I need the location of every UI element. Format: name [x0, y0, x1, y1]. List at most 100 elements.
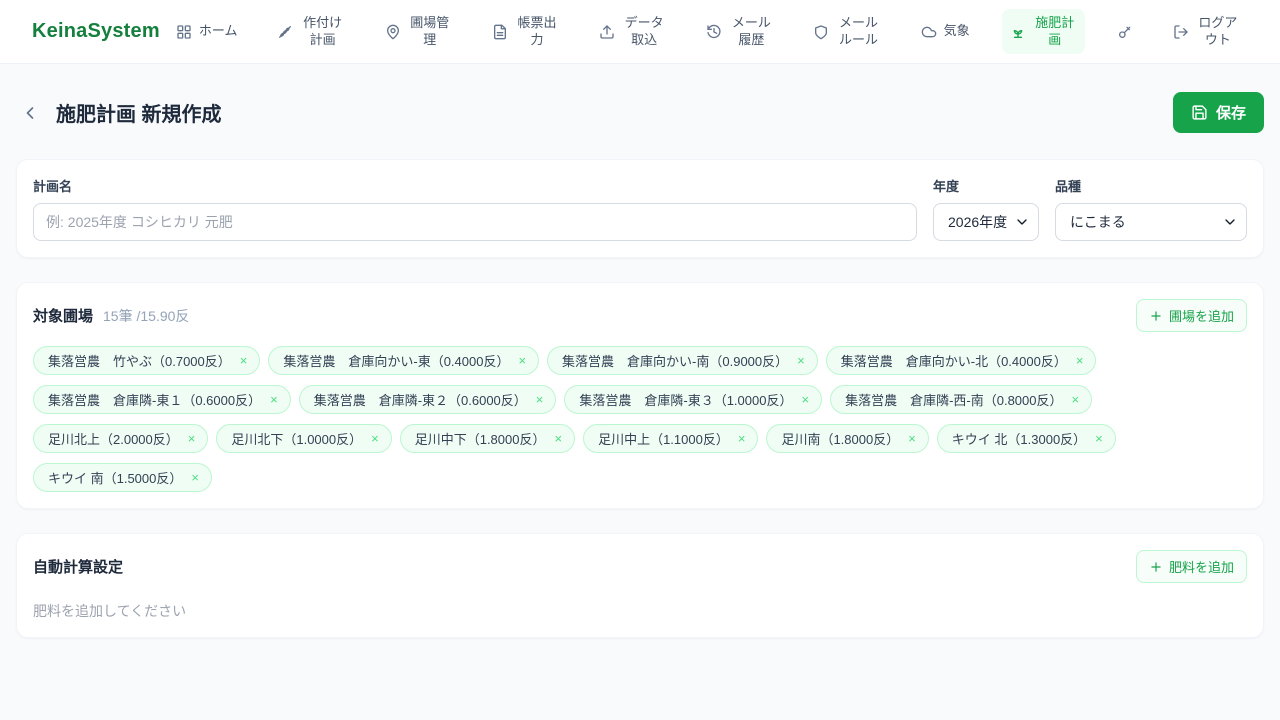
field-chip-label: 集落営農 倉庫向かい-東（0.4000反）	[283, 354, 510, 369]
remove-chip-button[interactable]: ×	[1095, 432, 1103, 445]
key-icon	[1117, 24, 1133, 40]
logout-icon	[1173, 24, 1189, 40]
target-fields-title: 対象圃場	[33, 308, 94, 325]
wheat-icon	[277, 24, 293, 40]
save-button-label: 保存	[1215, 105, 1246, 122]
year-group: 年度 2026年度	[933, 176, 1039, 241]
remove-chip-button[interactable]: ×	[797, 354, 805, 367]
nav-item-data-import[interactable]: データ取込	[591, 9, 674, 54]
nav-item-field-management[interactable]: 圃場管理	[377, 9, 460, 54]
nav-item-label: 気象	[943, 23, 970, 39]
remove-chip-button[interactable]: ×	[908, 432, 916, 445]
shield-icon	[813, 24, 829, 40]
field-chip: 集落営農 倉庫隣-西-南（0.8000反） ×	[830, 385, 1093, 414]
field-chip-label: 足川北上（2.0000反）	[48, 432, 179, 447]
nav-item-home[interactable]: ホーム	[168, 17, 246, 45]
grid-icon	[176, 24, 192, 40]
remove-chip-button[interactable]: ×	[191, 471, 199, 484]
map-pin-icon	[385, 24, 401, 40]
auto-calc-title: 自動計算設定	[33, 559, 124, 576]
field-chip: 足川北下（1.0000反） ×	[216, 424, 392, 453]
field-chip-label: 集落営農 倉庫隣-東２（0.6000反）	[313, 393, 527, 408]
page-title: 施肥計画 新規作成	[56, 104, 222, 126]
add-fertilizer-button[interactable]: 肥料を追加	[1135, 550, 1247, 583]
nav-item-weather[interactable]: 気象	[913, 17, 978, 45]
variety-group: 品種 にこまる	[1055, 176, 1247, 241]
remove-chip-button[interactable]: ×	[738, 432, 746, 445]
field-chip-label: 集落営農 倉庫隣-東３（1.0000反）	[579, 393, 793, 408]
field-chip-label: 足川中下（1.8000反）	[414, 432, 546, 447]
field-chip: キウイ 南（1.5000反） ×	[33, 463, 212, 492]
save-icon	[1191, 104, 1208, 121]
nav-item-password-key[interactable]	[1109, 18, 1141, 46]
remove-chip-button[interactable]: ×	[518, 354, 526, 367]
history-icon	[706, 24, 722, 40]
plan-name-group: 計画名	[33, 176, 917, 241]
variety-label: 品種	[1055, 179, 1082, 194]
remove-chip-button[interactable]: ×	[801, 393, 809, 406]
field-chip-label: 集落営農 倉庫向かい-北（0.4000反）	[840, 354, 1067, 369]
remove-chip-button[interactable]: ×	[536, 393, 544, 406]
field-chip: 集落営農 竹やぶ（0.7000反） ×	[33, 346, 261, 375]
top-navigation-bar: KeinaSystem ホーム 作付け計画 圃場管理 帳票出力 データ取込 メール履歴 メー…	[0, 0, 1280, 64]
field-chip-label: 集落営農 倉庫隣-東１（0.6000反）	[48, 393, 262, 408]
remove-chip-button[interactable]: ×	[270, 393, 278, 406]
nav-item-label: メール履歴	[731, 15, 771, 47]
field-chip-label: キウイ 北（1.3000反）	[951, 432, 1087, 447]
save-button[interactable]: 保存	[1172, 92, 1264, 133]
year-select[interactable]: 2026年度	[933, 203, 1039, 241]
field-chip: 集落営農 倉庫隣-東３（1.0000反） ×	[564, 385, 823, 414]
nav-item-report-output[interactable]: 帳票出力	[484, 9, 567, 54]
plan-info-card: 計画名 年度 2026年度 品種 にこまる	[16, 159, 1264, 258]
year-label: 年度	[933, 179, 960, 194]
field-chip: キウイ 北（1.3000反） ×	[936, 424, 1116, 453]
app-logo: KeinaSystem	[32, 20, 160, 42]
plan-name-label: 計画名	[33, 179, 73, 194]
cloud-icon	[921, 24, 937, 40]
field-chip-label: 足川北下（1.0000反）	[231, 432, 363, 447]
target-fields-card: 対象圃場 15筆 /15.90反 圃場を追加 集落営農 竹やぶ（0.7000反）…	[16, 282, 1264, 509]
sprout-icon	[1010, 24, 1026, 40]
nav-item-mail-history[interactable]: メール履歴	[698, 9, 781, 54]
nav-item-label: ホーム	[198, 23, 238, 39]
nav-item-mail-rules[interactable]: メールルール	[805, 9, 888, 54]
nav-item-planting-plan[interactable]: 作付け計画	[269, 9, 352, 54]
remove-chip-button[interactable]: ×	[371, 432, 379, 445]
nav-item-label: 帳票出力	[517, 15, 557, 47]
main-content: 施肥計画 新規作成 保存 計画名 年度 2026年度 品種	[0, 92, 1280, 638]
field-chip: 足川中上（1.1000反） ×	[583, 424, 759, 453]
field-chip: 集落営農 倉庫隣-東２（0.6000反） ×	[298, 385, 557, 414]
remove-chip-button[interactable]: ×	[1071, 393, 1079, 406]
remove-chip-button[interactable]: ×	[188, 432, 196, 445]
field-chips: 集落営農 竹やぶ（0.7000反） × 集落営農 倉庫向かい-東（0.4000反） ×…	[33, 346, 1247, 492]
nav-item-label: メールルール	[839, 15, 879, 47]
nav-item-label: ログアウト	[1198, 15, 1238, 47]
remove-chip-button[interactable]: ×	[554, 432, 562, 445]
field-chip: 足川北上（2.0000反） ×	[33, 424, 209, 453]
field-chip: 足川中下（1.8000反） ×	[399, 424, 576, 453]
plan-name-input[interactable]	[33, 203, 917, 241]
nav-item-label: 施肥計画	[1035, 15, 1075, 47]
upload-icon	[599, 24, 615, 40]
field-chip-label: 集落営農 倉庫向かい-南（0.9000反）	[562, 354, 789, 369]
nav-item-fertilization-plan[interactable]: 施肥計画	[1001, 9, 1085, 54]
field-chip: 足川南（1.8000反） ×	[766, 424, 929, 453]
field-chip-label: 足川中上（1.1000反）	[598, 432, 729, 447]
plus-icon	[1149, 309, 1163, 323]
variety-select[interactable]: にこまる	[1055, 203, 1247, 241]
add-field-button[interactable]: 圃場を追加	[1135, 299, 1247, 332]
remove-chip-button[interactable]: ×	[240, 354, 248, 367]
auto-calc-empty-message: 肥料を追加してください	[33, 603, 187, 619]
back-button[interactable]	[20, 103, 40, 123]
field-chip-label: キウイ 南（1.5000反）	[48, 471, 183, 486]
nav-item-logout[interactable]: ログアウト	[1165, 9, 1248, 54]
add-fertilizer-button-label: 肥料を追加	[1168, 560, 1234, 575]
field-chip: 集落営農 倉庫隣-東１（0.6000反） ×	[33, 385, 291, 414]
field-chip-label: 足川南（1.8000反）	[781, 432, 900, 447]
nav-item-label: 作付け計画	[303, 15, 343, 47]
remove-chip-button[interactable]: ×	[1076, 354, 1084, 367]
auto-calc-card: 自動計算設定 肥料を追加 肥料を追加してください	[16, 533, 1264, 638]
field-chip-label: 集落営農 倉庫隣-西-南（0.8000反）	[845, 393, 1063, 408]
target-fields-summary: 15筆 /15.90反	[103, 307, 190, 324]
page-header: 施肥計画 新規作成 保存	[16, 92, 1264, 133]
